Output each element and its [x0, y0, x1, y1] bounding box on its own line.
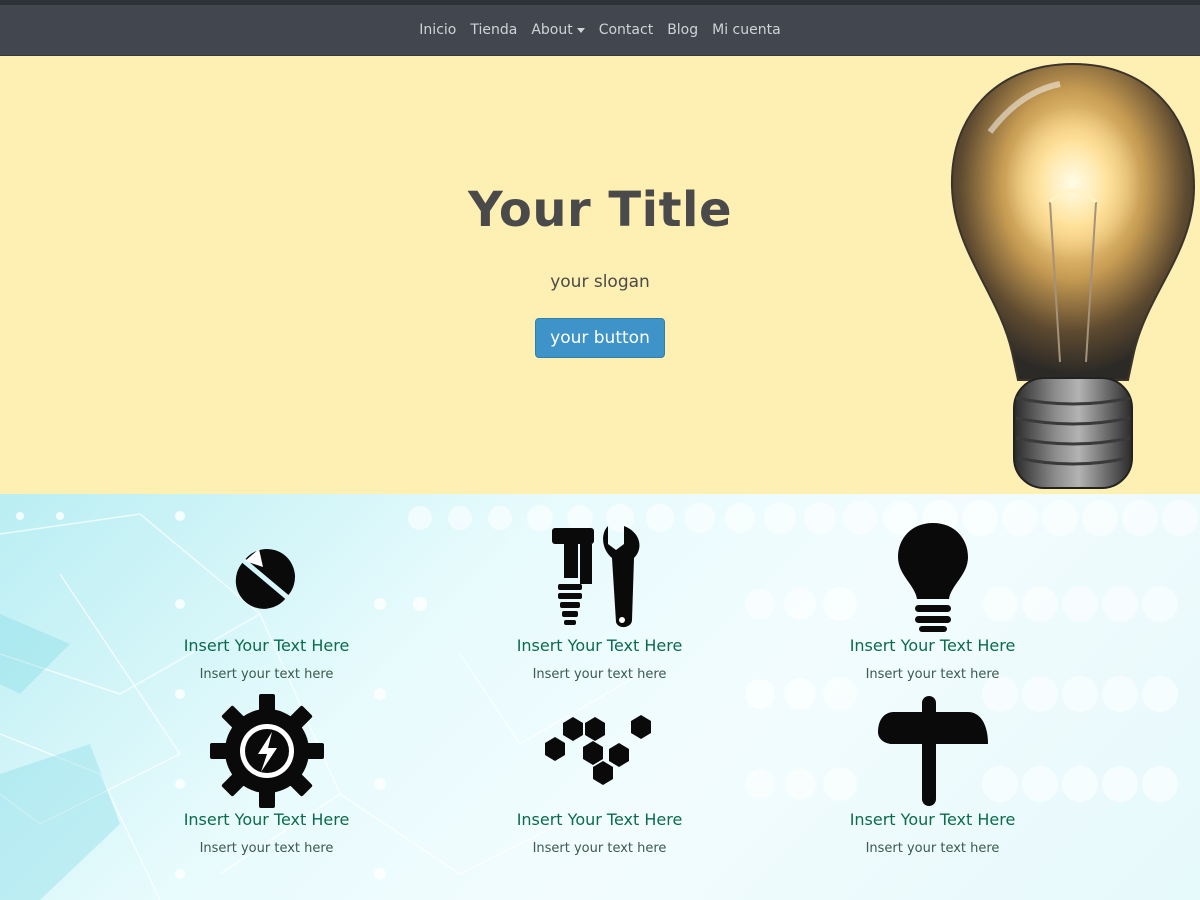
- feature-card: Insert Your Text Here Insert your text h…: [433, 682, 766, 870]
- feature-card: Insert Your Text Here Insert your text h…: [100, 682, 433, 870]
- nav-item-tienda[interactable]: Tienda: [470, 22, 517, 38]
- feature-text: Insert your text here: [532, 841, 667, 856]
- feature-text: Insert your text here: [865, 841, 1000, 856]
- nav-item-blog[interactable]: Blog: [667, 22, 698, 38]
- hero-section: Your Title your slogan your button: [0, 56, 1200, 494]
- feature-title: Insert Your Text Here: [183, 636, 350, 655]
- main-navbar: Inicio Tienda About Contact Blog Mi cuen…: [0, 5, 1200, 56]
- hero-slogan: your slogan: [550, 272, 650, 292]
- hexagons-molecule-icon: [540, 696, 660, 806]
- light-bulb-photo: [950, 62, 1196, 489]
- nav-item-inicio[interactable]: Inicio: [419, 22, 456, 38]
- feature-title: Insert Your Text Here: [183, 810, 350, 829]
- features-grid: Insert Your Text Here Insert your text h…: [100, 494, 1100, 870]
- feature-title: Insert Your Text Here: [516, 636, 683, 655]
- nav-item-about-label: About: [531, 22, 573, 38]
- feature-card: Insert Your Text Here Insert your text h…: [100, 494, 433, 682]
- hero-title: Your Title: [467, 182, 733, 238]
- gear-lightning-icon: [207, 694, 327, 808]
- feature-title: Insert Your Text Here: [516, 810, 683, 829]
- nav-item-mi-cuenta[interactable]: Mi cuenta: [712, 22, 781, 38]
- pill-capsule-icon: [207, 522, 327, 632]
- lightbulb-icon: [873, 522, 993, 632]
- feature-text: Insert your text here: [532, 667, 667, 682]
- nav-item-contact[interactable]: Contact: [599, 22, 653, 38]
- chevron-down-icon: [576, 27, 585, 33]
- signpost-icon: [873, 696, 993, 806]
- nav-item-about[interactable]: About: [531, 22, 585, 38]
- feature-title: Insert Your Text Here: [849, 810, 1016, 829]
- feature-text: Insert your text here: [865, 667, 1000, 682]
- tools-hammer-wrench-icon: [540, 522, 660, 632]
- feature-card: Insert Your Text Here Insert your text h…: [766, 682, 1099, 870]
- feature-title: Insert Your Text Here: [849, 636, 1016, 655]
- feature-card: Insert Your Text Here Insert your text h…: [766, 494, 1099, 682]
- features-section: Insert Your Text Here Insert your text h…: [0, 494, 1200, 900]
- feature-text: Insert your text here: [199, 841, 334, 856]
- feature-text: Insert your text here: [199, 667, 334, 682]
- hero-cta-button[interactable]: your button: [535, 318, 665, 358]
- feature-card: Insert Your Text Here Insert your text h…: [433, 494, 766, 682]
